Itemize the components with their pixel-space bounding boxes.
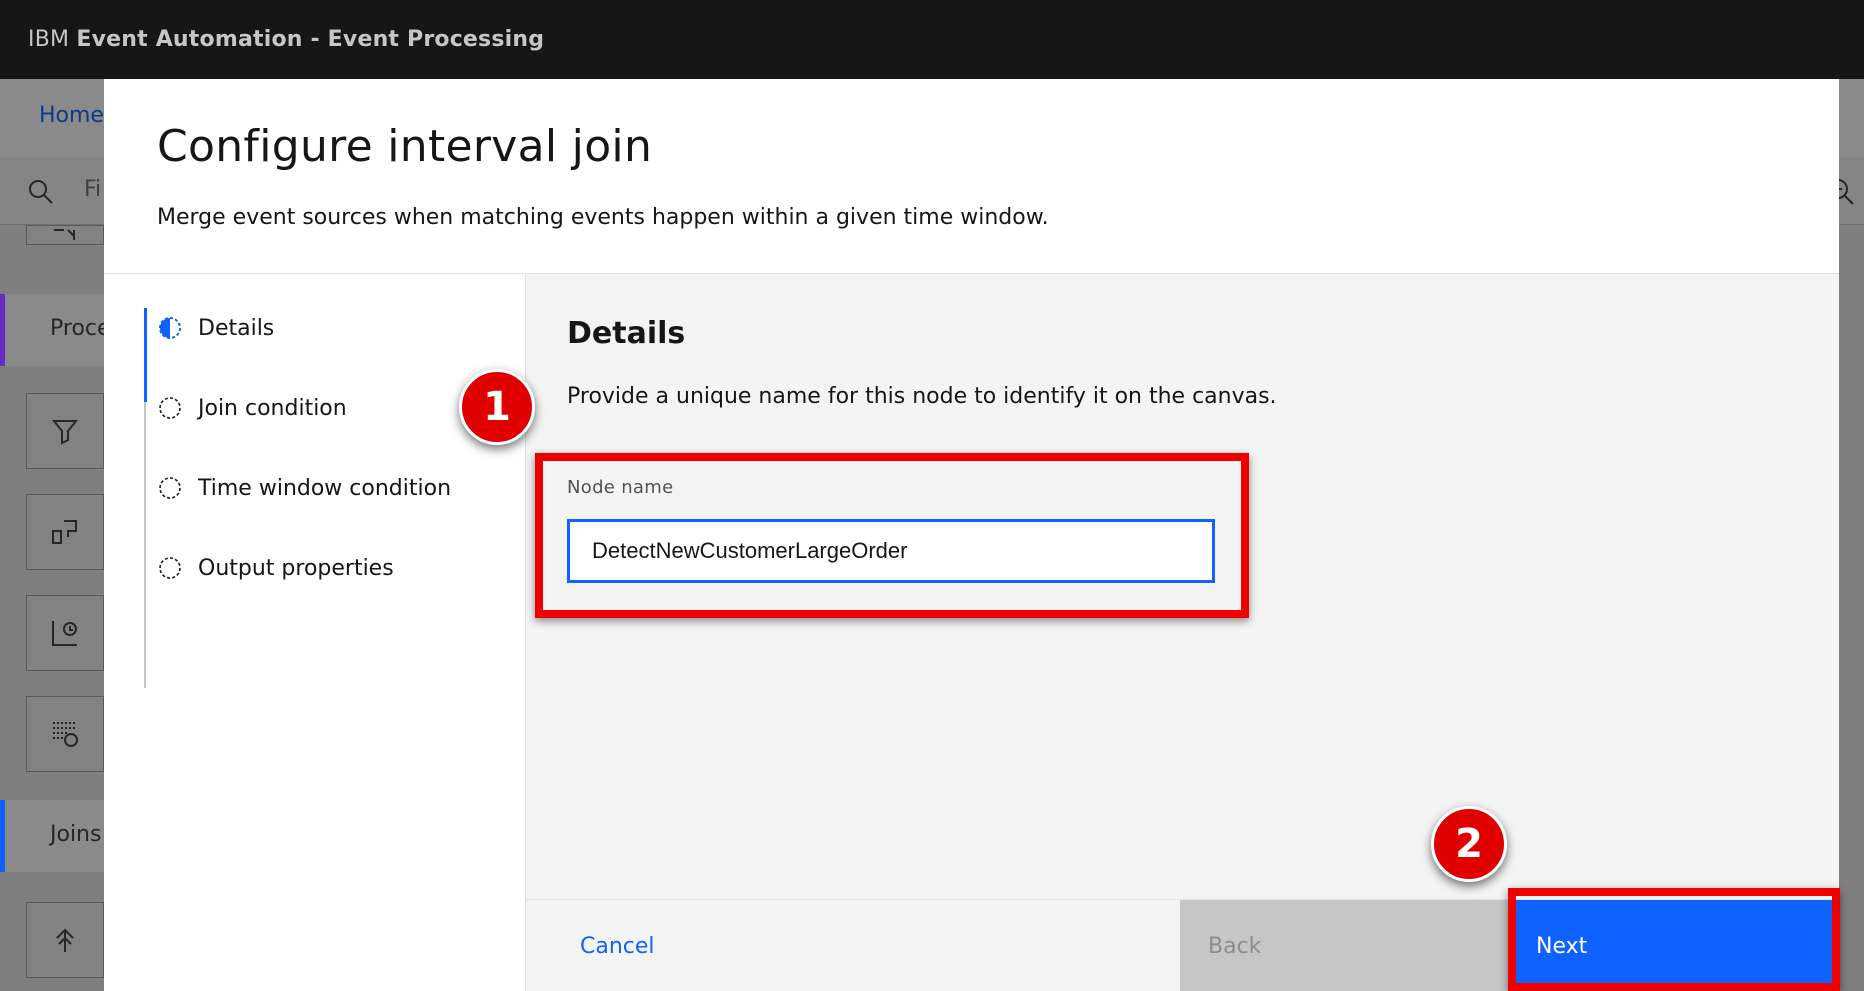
step-badge-1: 1 <box>459 369 535 445</box>
modal-title: Configure interval join <box>157 121 653 172</box>
step-join-condition[interactable]: Join condition <box>158 388 347 428</box>
brand-product: Event Automation - Event Processing <box>76 27 545 52</box>
brand-ibm: IBM <box>28 27 70 52</box>
search-icon <box>29 180 53 204</box>
app-brand[interactable]: IBM Event Automation - Event Processing <box>28 27 544 52</box>
node-name-label: Node name <box>567 477 674 498</box>
source-icon[interactable] <box>26 225 104 245</box>
step-output-properties[interactable]: Output properties <box>158 548 394 588</box>
join-icon[interactable] <box>26 902 104 978</box>
step-details[interactable]: Details <box>158 308 274 348</box>
aggregate-icon[interactable] <box>26 595 104 671</box>
search-input[interactable]: Fi <box>84 177 101 202</box>
progress-track-active <box>144 308 147 402</box>
section-help-text: Provide a unique name for this node to i… <box>567 384 1277 409</box>
step-label: Details <box>198 315 275 341</box>
step-label: Time window condition <box>198 475 452 501</box>
modal-description: Merge event sources when matching events… <box>157 205 1049 230</box>
node-palette: Proce Joins <box>0 225 111 991</box>
node-name-input[interactable] <box>567 519 1215 583</box>
filter-icon[interactable] <box>26 393 104 469</box>
category-bar <box>0 800 5 872</box>
details-panel: Details Provide a unique name for this n… <box>526 274 1839 899</box>
step-badge-2: 2 <box>1431 806 1507 882</box>
cancel-button[interactable]: Cancel <box>526 900 1180 991</box>
step-label: Join condition <box>198 395 347 421</box>
back-button[interactable]: Back <box>1180 900 1508 991</box>
step-incomplete-icon <box>159 397 181 419</box>
step-current-icon <box>159 317 181 339</box>
palette-category-joins[interactable]: Joins <box>0 800 104 872</box>
next-button[interactable]: Next <box>1508 900 1839 991</box>
app-header: IBM Event Automation - Event Processing <box>0 0 1864 79</box>
transform-icon[interactable] <box>26 494 104 570</box>
category-bar <box>0 294 5 366</box>
window-icon[interactable] <box>26 696 104 772</box>
step-incomplete-icon <box>159 557 181 579</box>
category-label: Joins <box>50 822 102 847</box>
palette-category-processors[interactable]: Proce <box>0 294 111 366</box>
step-time-window-condition[interactable]: Time window condition <box>158 468 451 508</box>
modal-footer: Cancel Back Next <box>526 899 1839 991</box>
step-label: Output properties <box>198 555 394 581</box>
breadcrumb-home[interactable]: Home <box>39 103 104 128</box>
section-title: Details <box>567 316 686 351</box>
category-label: Proce <box>50 316 111 341</box>
configure-join-modal: Configure interval join Merge event sour… <box>104 79 1839 991</box>
progress-indicator: Details Join condition Time window condi… <box>104 274 526 991</box>
step-incomplete-icon <box>159 477 181 499</box>
